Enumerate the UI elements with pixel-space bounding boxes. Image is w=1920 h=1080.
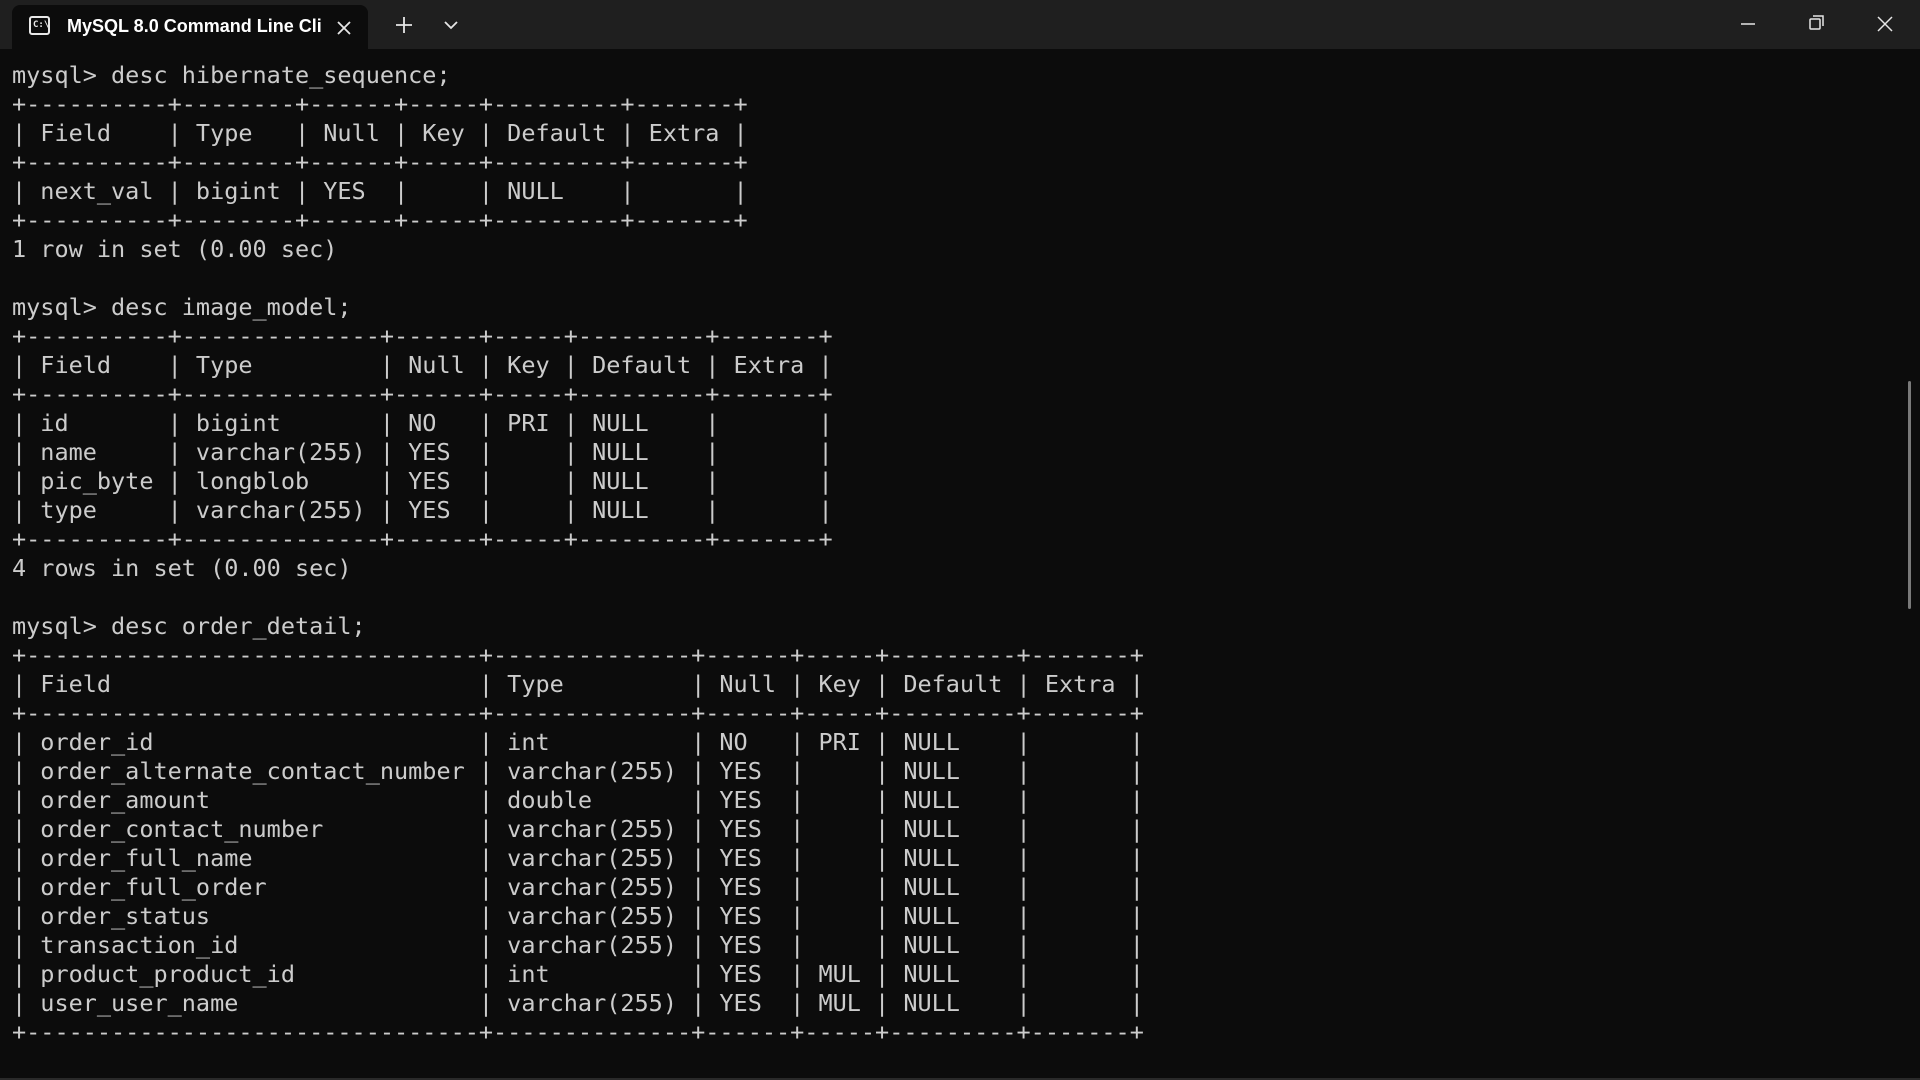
new-tab-button[interactable] <box>390 11 418 39</box>
terminal-line: | Field | Type | Null | Key | Default | … <box>12 119 748 147</box>
terminal-line: +--------------------------------+------… <box>12 1018 1144 1046</box>
terminal-line: +----------+--------------+------+-----+… <box>12 380 833 408</box>
terminal-line: | order_full_name | varchar(255) | YES |… <box>12 844 1144 872</box>
terminal-line: +----------+--------------+------+-----+… <box>12 525 833 553</box>
minimize-button[interactable] <box>1725 8 1771 40</box>
tab-dropdown-button[interactable] <box>437 11 465 39</box>
maximize-button[interactable] <box>1793 8 1839 40</box>
minimize-icon <box>1741 23 1755 25</box>
terminal-line: | order_contact_number | varchar(255) | … <box>12 815 1144 843</box>
terminal-line: +--------------------------------+------… <box>12 641 1144 669</box>
plus-icon <box>396 17 412 33</box>
terminal-line: | id | bigint | NO | PRI | NULL | | <box>12 409 833 437</box>
title-bar[interactable]: C:\ MySQL 8.0 Command Line Cli <box>0 0 1920 49</box>
terminal-line: +----------+--------------+------+-----+… <box>12 322 833 350</box>
terminal-line: | product_product_id | int | YES | MUL |… <box>12 960 1144 988</box>
scrollbar-thumb[interactable] <box>1908 381 1911 609</box>
close-button[interactable] <box>1862 8 1908 40</box>
close-icon <box>1877 16 1893 32</box>
terminal-line: mysql> desc image_model; <box>12 293 352 321</box>
terminal-text: mysql> desc hibernate_sequence; +-------… <box>12 61 1144 1047</box>
terminal-line: | order_id | int | NO | PRI | NULL | | <box>12 728 1144 756</box>
restore-icon <box>1809 15 1824 30</box>
terminal-line: | type | varchar(255) | YES | | NULL | | <box>12 496 833 524</box>
terminal-line: | order_alternate_contact_number | varch… <box>12 757 1144 785</box>
terminal-icon: C:\ <box>29 16 50 35</box>
terminal-line: | Field | Type | Null | Key | Default | … <box>12 670 1144 698</box>
terminal-line: | order_full_order | varchar(255) | YES … <box>12 873 1144 901</box>
terminal-line: +----------+--------+------+-----+------… <box>12 90 748 118</box>
terminal-line: 1 row in set (0.00 sec) <box>12 235 338 263</box>
tab-close-button[interactable] <box>332 16 356 40</box>
close-icon <box>337 21 351 35</box>
tab-mysql-cli[interactable]: C:\ MySQL 8.0 Command Line Cli <box>12 5 368 49</box>
terminal-line: mysql> desc hibernate_sequence; <box>12 61 451 89</box>
terminal-line: +----------+--------+------+-----+------… <box>12 206 748 234</box>
terminal-line: | name | varchar(255) | YES | | NULL | | <box>12 438 833 466</box>
terminal-line: 4 rows in set (0.00 sec) <box>12 554 352 582</box>
terminal-window: C:\ MySQL 8.0 Command Line Cli mysql> de… <box>0 0 1920 1080</box>
chevron-down-icon <box>444 21 458 30</box>
terminal-line: | order_amount | double | YES | | NULL |… <box>12 786 1144 814</box>
terminal-line: | next_val | bigint | YES | | NULL | | <box>12 177 748 205</box>
terminal-line: | Field | Type | Null | Key | Default | … <box>12 351 833 379</box>
terminal-line: +--------------------------------+------… <box>12 699 1144 727</box>
terminal-line: | pic_byte | longblob | YES | | NULL | | <box>12 467 833 495</box>
terminal-line: | user_user_name | varchar(255) | YES | … <box>12 989 1144 1017</box>
terminal-output[interactable]: mysql> desc hibernate_sequence; +-------… <box>0 49 1906 1074</box>
terminal-line: | transaction_id | varchar(255) | YES | … <box>12 931 1144 959</box>
terminal-line: mysql> desc order_detail; <box>12 612 366 640</box>
tab-title: MySQL 8.0 Command Line Cli <box>67 16 322 36</box>
terminal-line: | order_status | varchar(255) | YES | | … <box>12 902 1144 930</box>
terminal-line: +----------+--------+------+-----+------… <box>12 148 748 176</box>
